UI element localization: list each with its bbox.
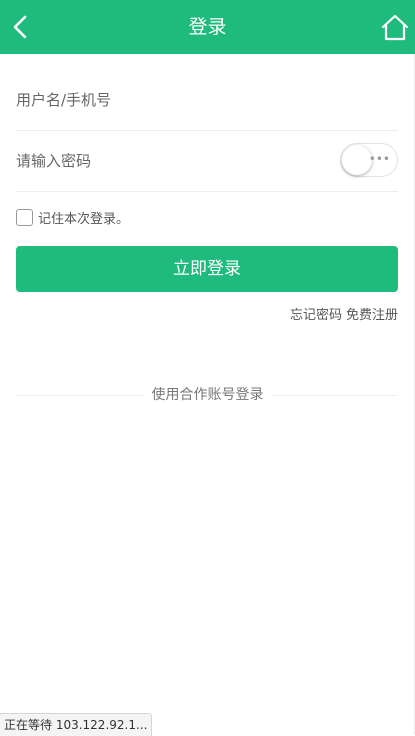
toggle-knob [342,145,372,175]
remember-login-label[interactable]: 记住本次登录。 [38,208,129,227]
home-button[interactable] [379,12,411,44]
password-visibility-toggle[interactable]: ••• [340,143,398,177]
home-icon [381,14,409,41]
password-input[interactable] [16,131,316,191]
partner-login-label: 使用合作账号登录 [143,387,272,403]
account-links: 忘记密码 免费注册 [290,304,398,323]
top-bar: 登录 [0,0,415,54]
remember-login-checkbox[interactable] [16,208,33,226]
forgot-password-link[interactable]: 忘记密码 [290,304,342,323]
more-dots-icon: ••• [368,152,390,166]
username-field-row [16,70,398,131]
page-title: 登录 [188,16,227,38]
browser-status-bar: 正在等待 103.122.92.1... [0,713,153,736]
login-button[interactable]: 立即登录 [16,246,398,292]
username-input[interactable] [16,70,316,130]
remember-login-row: 记住本次登录。 [16,206,129,228]
partner-login-heading: 使用合作账号登录 [0,385,415,405]
register-link[interactable]: 免费注册 [346,304,398,323]
password-field-row: ••• [16,131,398,192]
